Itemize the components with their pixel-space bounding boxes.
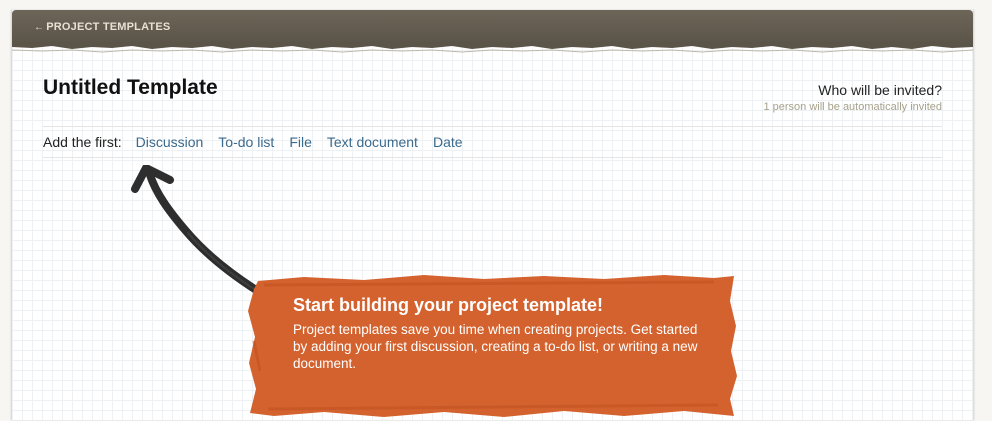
callout-body: Project templates save you time when cre… [293,322,698,371]
project-template-page: ← PROJECT TEMPLATES Untitled Template Wh… [11,10,974,420]
back-arrow-icon: ← [34,21,45,33]
add-date-link[interactable]: Date [433,134,463,150]
add-first-label: Add the first: [43,134,122,150]
torn-paper-edge [12,42,973,53]
page-title: Untitled Template [43,76,218,99]
add-file-link[interactable]: File [289,134,312,150]
divider [43,157,942,158]
top-bar: ← PROJECT TEMPLATES [12,10,973,44]
invite-question[interactable]: Who will be invited? [763,82,942,98]
callout: Start building your project template! Pr… [293,295,713,372]
add-text-document-link[interactable]: Text document [327,134,418,150]
add-first-bar: Add the first: Discussion To-do list Fil… [43,134,478,150]
invite-section: Who will be invited? 1 person will be au… [763,82,942,113]
add-discussion-link[interactable]: Discussion [136,134,204,150]
add-todo-list-link[interactable]: To-do list [218,134,274,150]
divider [43,126,942,127]
back-link-label: PROJECT TEMPLATES [46,21,171,33]
back-to-project-templates-link[interactable]: ← PROJECT TEMPLATES [34,21,170,33]
invite-note: 1 person will be automatically invited [763,101,942,113]
callout-heading: Start building your project template! [293,295,604,315]
